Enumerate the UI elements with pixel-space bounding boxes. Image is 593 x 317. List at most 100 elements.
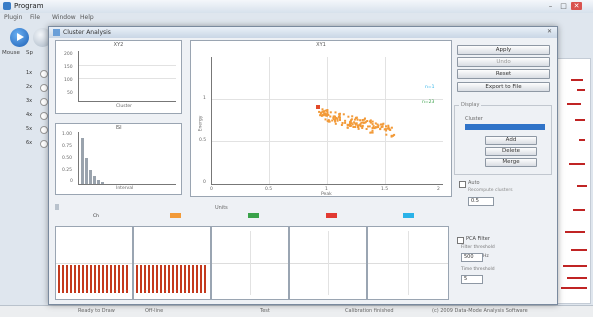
add-cluster-button[interactable]: Add	[485, 136, 537, 145]
x-axis-label: Peak	[321, 192, 332, 197]
maximize-button[interactable]: □	[558, 2, 569, 10]
channel-list: 1x 2x 3x 4x 5x 6x	[0, 56, 48, 306]
channel-label: Ch	[93, 214, 99, 219]
scatter-point	[356, 118, 359, 121]
channel-radio[interactable]	[40, 98, 48, 106]
delete-cluster-button[interactable]: Delete	[485, 147, 537, 156]
grid-line	[328, 231, 329, 295]
cluster-xlabel: Cluster	[116, 104, 132, 109]
display-group-title: Display	[459, 102, 482, 108]
selected-cluster-bar[interactable]	[465, 124, 545, 130]
isi-xlabel: Interval	[116, 186, 134, 191]
scatter-point	[386, 127, 389, 130]
dialog-title: Cluster Analysis	[63, 29, 111, 36]
minimize-button[interactable]: –	[545, 2, 556, 10]
scatter-point	[350, 124, 353, 127]
scatter-point	[324, 112, 326, 115]
menu-window[interactable]: Window	[52, 14, 76, 21]
spike-raster	[136, 265, 208, 293]
y-tick-label: 0	[70, 179, 73, 184]
status-ready: Ready to Draw	[78, 308, 115, 314]
undo-button[interactable]: Undo	[457, 57, 550, 67]
baseline	[56, 263, 132, 264]
menu-file[interactable]: File	[30, 14, 40, 21]
scatter-point	[376, 123, 379, 126]
scatter-point	[385, 133, 388, 136]
main-scatter-panel[interactable]: XY1 1 0.5 0 0 0.5 1 1.5 2 Peak Energy n=…	[190, 40, 452, 197]
scatter-point	[393, 133, 396, 136]
y-tick-label: 1	[203, 96, 206, 101]
scatter-point	[324, 118, 327, 121]
channel-color-swatch[interactable]	[326, 213, 337, 218]
scatter-point	[321, 108, 324, 111]
app-icon	[3, 2, 11, 10]
export-button[interactable]: Export to File	[457, 82, 550, 92]
status-mode: Off-line	[145, 308, 164, 314]
channel-color-swatch[interactable]	[248, 213, 259, 218]
y-tick-label: 200	[64, 52, 73, 57]
x-axis	[78, 101, 176, 102]
filter-threshold-input[interactable]: 500	[461, 253, 483, 262]
auto-checkbox[interactable]	[459, 181, 466, 188]
time-threshold-input[interactable]: 5	[461, 275, 483, 284]
menu-plugin[interactable]: Plugin	[4, 14, 22, 21]
raster-mark	[577, 89, 585, 91]
scatter-point	[344, 121, 347, 124]
channel-radio[interactable]	[40, 84, 48, 92]
channel-radio[interactable]	[40, 126, 48, 134]
threshold-spinner[interactable]: 0.5	[468, 197, 494, 206]
y-tick-label: 0.50	[62, 156, 73, 161]
raster-mark	[569, 163, 585, 165]
raster-mark	[563, 265, 587, 267]
y-tick-label: 0	[203, 180, 206, 185]
x-tick-label: 0	[210, 187, 213, 192]
channel-radio[interactable]	[40, 112, 48, 120]
status-copyright: (c) 2009 Data-Mode Analysis Software	[432, 308, 528, 314]
channel-color-swatch[interactable]	[170, 213, 181, 218]
outlier-point	[316, 105, 320, 109]
scatter-point	[390, 135, 393, 138]
reset-button[interactable]: Reset	[457, 69, 550, 79]
isi-plot-panel[interactable]: ISI 1.00 0.75 0.50 0.25 0 Interval	[55, 123, 182, 195]
isi-histogram	[81, 138, 104, 184]
raster-mark	[573, 209, 585, 211]
waveform-panel-2[interactable]	[133, 226, 211, 300]
scatter-point	[351, 115, 354, 118]
apply-button[interactable]: Apply	[457, 45, 550, 55]
scatter-point	[382, 122, 385, 125]
waveform-panel-5[interactable]	[367, 226, 449, 300]
cluster-label: Cluster	[465, 116, 483, 122]
close-button[interactable]: ✕	[571, 2, 582, 10]
scatter-point	[342, 113, 345, 116]
channel-radio[interactable]	[40, 140, 48, 148]
isi-plot-title: ISI	[115, 125, 122, 131]
cluster-plot-panel[interactable]: XY2 200 150 100 50 Cluster	[55, 40, 182, 114]
x-axis	[211, 184, 443, 185]
scatter-point	[347, 115, 350, 118]
scatter-point	[368, 125, 371, 128]
scatter-point	[364, 117, 366, 120]
scatter-point	[340, 124, 343, 126]
scatter-point	[379, 123, 382, 126]
baseline	[134, 263, 210, 264]
raster-mark	[575, 119, 585, 121]
merge-cluster-button[interactable]: Merge	[485, 158, 537, 167]
scatter-points	[316, 105, 396, 138]
menu-help[interactable]: Help	[80, 14, 94, 21]
play-button[interactable]	[10, 28, 29, 47]
waveform-panel-3[interactable]	[211, 226, 289, 300]
scroll-handle[interactable]	[55, 204, 59, 210]
scatter-point	[371, 131, 374, 134]
waveform-panel-4[interactable]	[289, 226, 367, 300]
waveform-panel-1[interactable]	[55, 226, 133, 300]
x-tick-label: 1.5	[381, 187, 389, 192]
pca-filter-checkbox[interactable]	[457, 237, 464, 244]
scatter-point	[326, 109, 329, 111]
channel-radio[interactable]	[40, 70, 48, 78]
scatter-point	[384, 128, 387, 131]
pca-filter-label: PCA Filter	[466, 236, 490, 242]
dialog-close-button[interactable]: ✕	[545, 28, 554, 36]
auto-label: Auto	[468, 180, 480, 186]
cluster-analysis-dialog: Cluster Analysis ✕ XY2 200 150 100 50 Cl…	[48, 26, 558, 305]
channel-color-swatch[interactable]	[403, 213, 414, 218]
